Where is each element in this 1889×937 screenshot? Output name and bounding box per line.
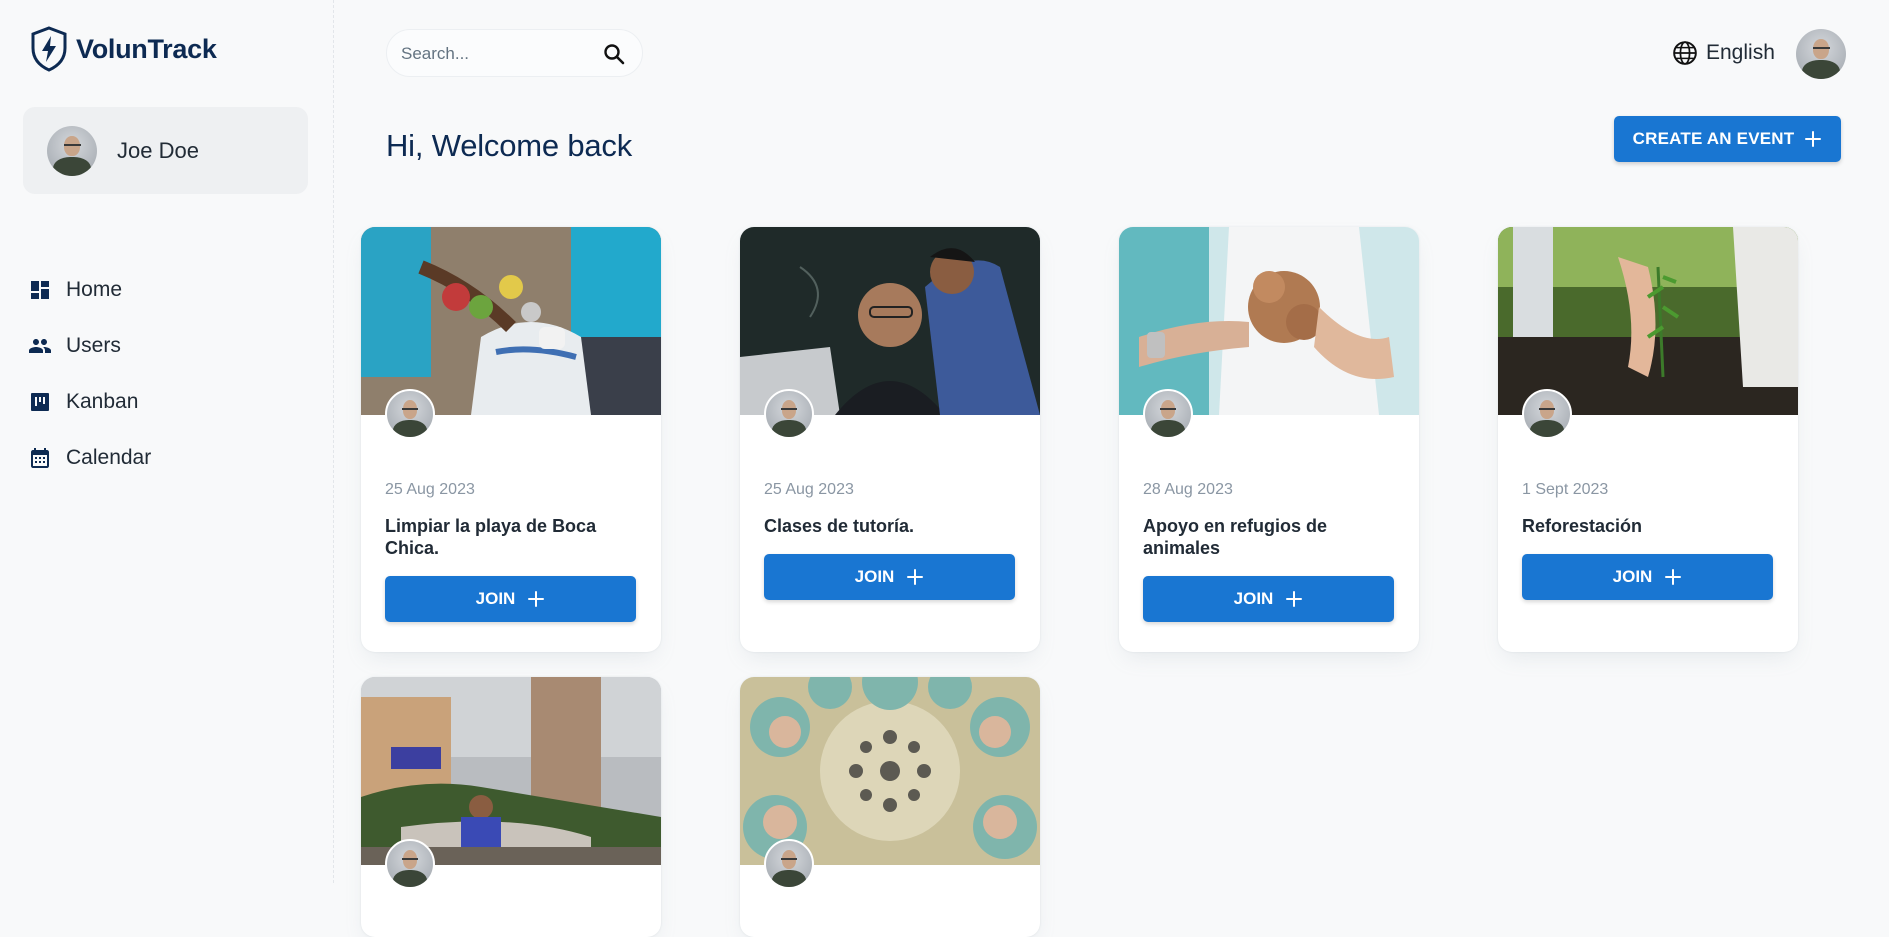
account-avatar[interactable] — [1796, 29, 1846, 79]
app-logo[interactable]: VolunTrack — [30, 26, 217, 72]
create-event-label: CREATE AN EVENT — [1632, 129, 1795, 148]
join-button[interactable]: JOIN — [764, 554, 1015, 600]
join-button[interactable]: JOIN — [1143, 576, 1394, 622]
sidebar-item-users[interactable]: Users — [28, 318, 151, 374]
plus-icon — [1665, 569, 1682, 585]
sidebar-item-label: Users — [66, 334, 121, 357]
page-title: Hi, Welcome back — [386, 128, 633, 163]
language-label: English — [1706, 41, 1775, 64]
shield-bolt-icon — [31, 26, 67, 72]
user-card[interactable]: Joe Doe — [23, 107, 308, 194]
sidebar-item-label: Home — [66, 278, 123, 301]
sidebar-item-calendar[interactable]: Calendar — [28, 430, 151, 486]
plus-icon — [1286, 591, 1303, 607]
join-button[interactable]: JOIN — [385, 576, 636, 622]
sidebar-nav: Home Users Kanban Calendar — [28, 262, 151, 486]
sidebar-item-label: Calendar — [66, 446, 152, 469]
event-image — [1498, 227, 1798, 415]
dashboard-icon — [31, 281, 49, 299]
join-label: JOIN — [1233, 589, 1274, 608]
join-label: JOIN — [854, 567, 895, 586]
search-bar — [386, 29, 643, 77]
search-icon[interactable] — [602, 42, 626, 66]
organizer-avatar[interactable] — [764, 839, 814, 889]
event-image — [1119, 227, 1419, 415]
sidebar-item-kanban[interactable]: Kanban — [28, 374, 151, 430]
join-label: JOIN — [475, 589, 516, 608]
plus-icon — [528, 591, 545, 607]
event-image — [361, 677, 661, 865]
event-title: Reforestación — [1522, 516, 1643, 536]
language-selector[interactable]: English — [1672, 40, 1775, 66]
event-card: 1 Sept 2023 Reforestación JOIN — [1498, 227, 1798, 652]
globe-icon — [1673, 41, 1697, 65]
join-button[interactable]: JOIN — [1522, 554, 1773, 600]
users-icon — [29, 339, 51, 353]
event-card — [361, 677, 661, 937]
organizer-avatar[interactable] — [385, 389, 435, 439]
event-image — [361, 227, 661, 415]
event-card: 25 Aug 2023 Clases de tutoría. JOIN — [740, 227, 1040, 652]
avatar — [47, 125, 97, 176]
join-label: JOIN — [1612, 567, 1653, 586]
event-title: Clases de tutoría. — [764, 516, 915, 536]
organizer-avatar[interactable] — [385, 839, 435, 889]
app-name: VolunTrack — [76, 33, 217, 64]
kanban-icon — [31, 393, 49, 411]
event-date: 25 Aug 2023 — [764, 481, 854, 498]
event-date: 25 Aug 2023 — [385, 481, 475, 498]
event-title: Apoyo en refugios de animales — [1143, 516, 1328, 558]
calendar-icon — [31, 448, 49, 468]
event-image — [740, 677, 1040, 865]
create-event-button[interactable]: CREATE AN EVENT — [1614, 116, 1841, 162]
organizer-avatar[interactable] — [1143, 389, 1193, 439]
plus-icon — [907, 569, 924, 585]
organizer-avatar[interactable] — [1522, 389, 1572, 439]
event-date: 28 Aug 2023 — [1143, 481, 1233, 498]
event-card: 25 Aug 2023 Limpiar la playa de Boca Chi… — [361, 227, 661, 652]
event-date: 1 Sept 2023 — [1522, 481, 1609, 498]
search-input[interactable] — [399, 40, 593, 68]
event-card — [740, 677, 1040, 937]
event-card: 28 Aug 2023 Apoyo en refugios de animale… — [1119, 227, 1419, 652]
sidebar-item-home[interactable]: Home — [28, 262, 151, 318]
sidebar: VolunTrack Joe Doe Home Users Kanban Cal… — [0, 0, 334, 883]
event-title: Limpiar la playa de Boca Chica. — [385, 516, 597, 558]
event-image — [740, 227, 1040, 415]
sidebar-item-label: Kanban — [66, 390, 139, 413]
user-name: Joe Doe — [117, 137, 199, 163]
plus-icon — [1805, 131, 1822, 147]
organizer-avatar[interactable] — [764, 389, 814, 439]
